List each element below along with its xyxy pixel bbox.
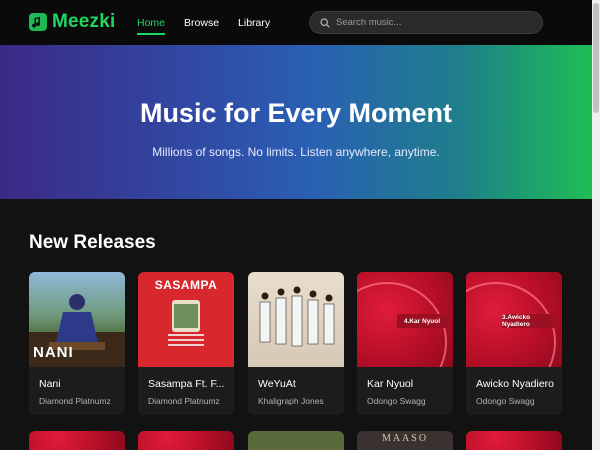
nav-library[interactable]: Library — [238, 0, 270, 45]
album-card-partial[interactable] — [248, 431, 344, 450]
hero-subtitle: Millions of songs. No limits. Listen any… — [152, 145, 440, 159]
hero-banner: Music for Every Moment Millions of songs… — [0, 45, 592, 199]
album-artist[interactable]: Diamond Platnumz — [39, 396, 121, 406]
album-title: Awicko Nyadiero — [476, 378, 555, 390]
album-card[interactable]: 4.Kar Nyuol Kar Nyuol Odongo Swagg — [357, 272, 453, 415]
album-card[interactable]: WeYuAt Khaligraph Jones — [248, 272, 344, 415]
album-artist[interactable]: Khaligraph Jones — [258, 396, 340, 406]
album-card-partial[interactable] — [466, 431, 562, 450]
album-card[interactable]: NANI Nani Diamond Platnumz — [29, 272, 125, 415]
album-artist[interactable]: Odongo Swagg — [367, 396, 449, 406]
search-bar[interactable] — [309, 11, 543, 34]
album-title: Sasampa Ft. F... — [148, 378, 225, 390]
album-card-partial[interactable] — [29, 431, 125, 450]
top-navigation-bar: Meezki Home Browse Library — [0, 0, 600, 45]
section-title-new-releases: New Releases — [29, 232, 156, 253]
album-artist[interactable]: Odongo Swagg — [476, 396, 558, 406]
music-note-icon — [29, 13, 47, 31]
album-title: Nani — [39, 378, 61, 390]
hero-title: Music for Every Moment — [139, 98, 453, 128]
album-cover-text: NANI — [33, 344, 74, 361]
album-cover-text: MAASO — [381, 433, 429, 444]
search-input[interactable] — [336, 17, 536, 28]
album-title: Kar Nyuol — [367, 378, 414, 390]
scrollbar-thumb[interactable] — [593, 3, 599, 113]
album-cover: NANI — [29, 272, 125, 367]
album-cover-text: 3.Awicko Nyadiero — [502, 314, 556, 328]
album-card-partial[interactable]: MAASO — [357, 431, 453, 450]
main-content: New Releases NANI Nani Diamond Platnumz … — [0, 199, 592, 450]
nav-home[interactable]: Home — [137, 0, 166, 45]
album-cover: 3.Awicko Nyadiero — [466, 272, 562, 367]
album-title: WeYuAt — [258, 378, 296, 390]
album-cover: 4.Kar Nyuol — [357, 272, 453, 367]
page-scrollbar[interactable] — [592, 0, 600, 450]
album-artist[interactable]: Diamond Platnumz — [148, 396, 230, 406]
album-card-partial[interactable] — [138, 431, 234, 450]
brand-name: Meezki — [52, 11, 116, 32]
brand-logo[interactable]: Meezki — [29, 11, 116, 33]
album-card[interactable]: SASAMPA Sasampa Ft. F... Diamond Platnum… — [138, 272, 234, 415]
album-cover: SASAMPA — [138, 272, 234, 367]
album-card[interactable]: 3.Awicko Nyadiero Awicko Nyadiero Odongo… — [466, 272, 562, 415]
album-cover-text: 4.Kar Nyuol — [397, 314, 447, 328]
nav-browse[interactable]: Browse — [184, 0, 219, 45]
main-nav: Home Browse Library — [137, 0, 270, 45]
search-icon — [320, 17, 330, 28]
album-cover — [248, 272, 344, 367]
